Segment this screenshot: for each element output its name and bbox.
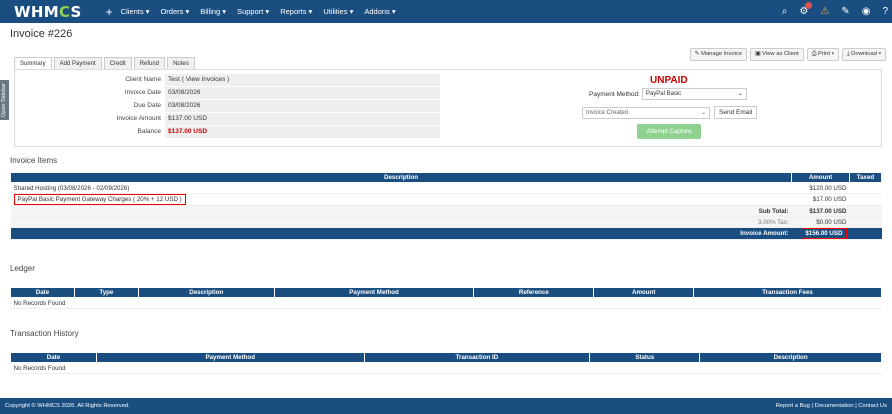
col-description: Description [9,172,793,183]
total-value: $156.00 USD [801,228,847,239]
col-description: Description [699,352,882,363]
invoice-items-title: Invoice Items [10,156,58,165]
subtotal-label: Sub Total: [10,205,792,217]
table-row: Shared Hosting (03/08/2026 - 02/09/2026)… [10,182,882,194]
invoice-items-table: Description Amount Taxed Shared Hosting … [9,172,882,240]
tax-value: $0.00 USD [791,216,850,228]
summary-label: Invoice Date [124,89,161,96]
payment-method-label: Payment Method: [589,90,640,98]
total-row: Invoice Amount: $156.00 USD [10,227,882,240]
manage-invoice-button[interactable]: ✎ Manage Invoice [689,48,748,61]
ledger-table: Date Type Description Payment Method Ref… [10,287,882,309]
add-new-icon[interactable]: + [106,5,113,19]
print-button[interactable]: ⎙ Print ▾ [806,48,839,61]
col-date: Date [10,287,75,298]
summary-label: Balance [137,128,162,135]
payment-method-row: Payment Method: PayPal Basic ⌄ [589,88,747,100]
download-button[interactable]: ⤓ Download ▾ [842,48,886,61]
top-navbar: WHMCS + Clients ▾ Orders ▾ Billing ▾ Sup… [0,0,892,23]
notifications-icon[interactable]: ⚙ [799,2,813,17]
view-as-client-button[interactable]: ▣ View as Client [750,48,804,61]
ledger-title: Ledger [10,264,35,273]
whmcs-logo[interactable]: WHMCS [14,3,82,21]
wrench-icon[interactable]: ✎ [841,6,849,17]
nav-reports[interactable]: Reports ▾ [280,7,312,16]
email-row: Invoice Created ⌄ Send Email [582,106,758,119]
subtotal-row: Sub Total: $137.00 USD [10,205,882,217]
invoice-amount-value: $137.00 USD [165,113,440,125]
chevron-down-icon: ⌄ [700,109,706,116]
email-template-select[interactable]: Invoice Created ⌄ [582,106,710,119]
col-transaction-id: Transaction ID [363,352,591,363]
footer-links[interactable]: Report a Bug | Documentation | Contact U… [776,403,887,409]
nav-addons[interactable]: Addons ▾ [364,7,395,16]
invoice-summary: Client Name Test ( View Invoices ) Invoic… [20,74,440,139]
col-status: Status [589,352,701,363]
summary-label: Invoice Amount [116,115,161,122]
nav-billing[interactable]: Billing ▾ [200,7,226,16]
col-amount: Amount [593,287,695,298]
help-icon[interactable]: ? [882,6,888,17]
client-name-value[interactable]: Test ( View Invoices ) [165,74,440,86]
table-row: No Records Found [10,297,882,309]
transaction-history-table: Date Payment Method Transaction ID Statu… [10,352,882,374]
status-badge: UNPAID [650,75,688,86]
page-footer: Copyright © WHMCS 2026. All Rights Reser… [0,398,892,414]
table-row: No Records Found [10,362,882,374]
subtotal-value: $137.00 USD [791,205,850,217]
col-taxed: Taxed [849,172,882,183]
invoice-actions: ✎ Manage Invoice ▣ View as Client ⎙ Prin… [687,48,886,61]
item-description: PayPal Basic Payment Gateway Charges ( 2… [13,194,186,205]
nav-utilities[interactable]: Utilities ▾ [323,7,353,16]
item-amount: $120.00 USD [791,182,850,194]
col-date: Date [10,352,97,363]
top-icons: ⌕ ⚙ ⚠ ✎ ◉ ? [770,0,888,23]
main-nav: Clients ▾ Orders ▾ Billing ▾ Support ▾ R… [121,7,407,16]
col-transaction-fees: Transaction Fees [693,287,882,298]
chevron-down-icon: ⌄ [737,91,743,97]
page-title: Invoice #226 [10,28,73,40]
nav-support[interactable]: Support ▾ [237,7,269,16]
copyright-text: Copyright © WHMCS 2026. All Rights Reser… [5,403,130,409]
search-icon[interactable]: ⌕ [782,6,788,17]
send-email-button[interactable]: Send Email [714,106,758,119]
summary-label: Due Date [133,102,161,109]
item-description: Shared Hosting (03/08/2026 - 02/09/2026) [10,182,792,194]
col-reference: Reference [473,287,595,298]
transaction-history-title: Transaction History [10,329,79,338]
col-payment-method: Payment Method [95,352,365,363]
invoice-date-value: 03/08/2026 [165,87,440,99]
tax-label: 3.00% Tax: [10,216,792,228]
col-amount: Amount [791,172,850,183]
nav-orders[interactable]: Orders ▾ [160,7,189,16]
summary-label: Client Name [125,76,161,83]
avatar-icon[interactable]: ◉ [862,6,871,17]
col-payment-method: Payment Method [273,287,475,298]
attempt-capture-button[interactable]: Attempt Capture [637,124,701,139]
tax-row: 3.00% Tax: $0.00 USD [10,216,882,228]
table-row: PayPal Basic Payment Gateway Charges ( 2… [10,193,882,206]
warning-icon[interactable]: ⚠ [820,6,829,17]
item-amount: $17.00 USD [791,193,850,206]
col-description: Description [137,287,275,298]
open-sidebar-toggle[interactable]: Open Sidebar [0,80,9,120]
payment-method-select[interactable]: PayPal Basic ⌄ [641,88,747,100]
empty-message: No Records Found [10,362,882,374]
empty-message: No Records Found [10,297,882,309]
balance-value: $137.00 USD [165,126,440,138]
total-label: Invoice Amount: [10,227,792,240]
due-date-value: 03/08/2026 [165,100,440,112]
col-type: Type [73,287,139,298]
nav-clients[interactable]: Clients ▾ [121,7,150,16]
